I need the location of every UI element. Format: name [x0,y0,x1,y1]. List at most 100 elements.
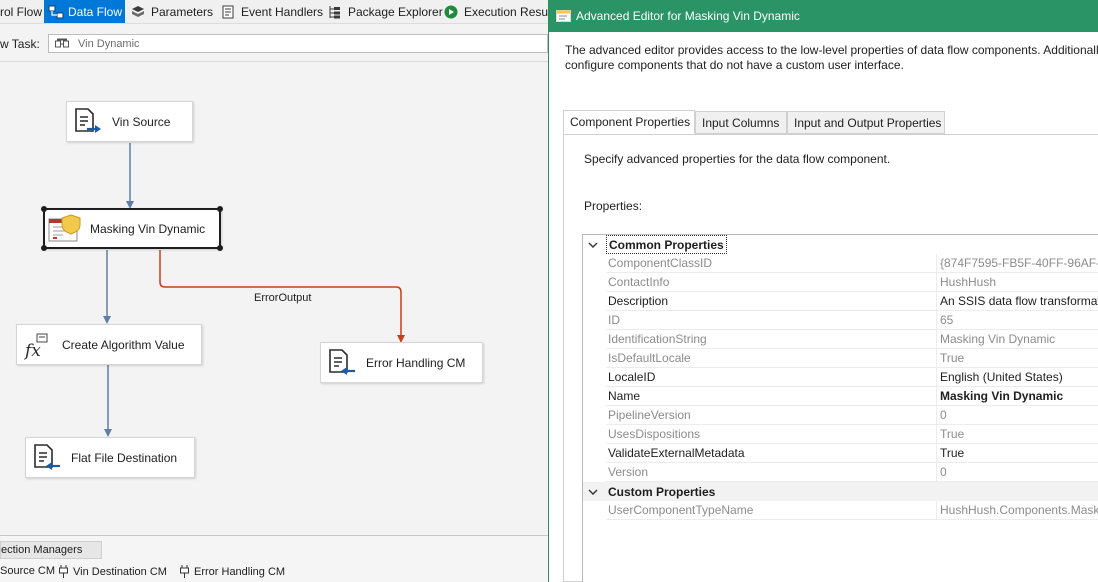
connection-manager-item[interactable]: Error Handling CM [180,565,285,578]
selection-handle[interactable] [41,206,47,212]
property-row[interactable]: Name Masking Vin Dynamic [583,387,1098,406]
property-grid[interactable]: Common Properties ComponentClassID {874F7… [582,234,1098,582]
connection-plug-icon [180,565,189,578]
property-row[interactable]: Description An SSIS data flow transformat… [583,292,1098,311]
data-flow-icon [48,5,64,19]
derived-column-fx-icon: fx [23,332,51,361]
property-name: IdentificationString [606,330,936,349]
destination-document-icon [32,443,60,471]
property-row[interactable]: ID 65 [583,311,1098,330]
node-masking-vin-dynamic[interactable]: Masking Vin Dynamic [41,206,223,251]
node-flat-file-destination[interactable]: Flat File Destination [25,437,195,478]
property-value: True [936,349,1098,368]
connection-managers-title: ection Managers [1,544,83,556]
properties-label: Properties: [584,199,643,213]
tab-input-columns[interactable]: Input Columns [695,111,787,134]
editor-window-icon [556,9,571,23]
property-name: ComponentClassID [606,254,936,273]
node-label: Flat File Destination [71,451,178,465]
connection-manager-label: Vin Destination CM [73,565,167,578]
dialog-title: Advanced Editor for Masking Vin Dynamic [576,9,800,23]
property-row[interactable]: UserComponentTypeName HushHush.Components… [583,501,1098,520]
event-handlers-icon [221,5,235,19]
tab-label: Event Handlers [241,4,324,19]
tab-data-flow[interactable]: Data Flow [44,0,125,23]
connection-manager-label: Error Handling CM [194,565,286,578]
property-name: Version [606,463,936,482]
connection-manager-item[interactable]: Source CM [0,565,55,577]
selection-handle[interactable] [41,245,47,251]
data-flow-task-value: Vin Dynamic [78,37,140,50]
arrow-head [104,429,112,437]
arrow-head [103,316,111,324]
data-flow-task-select[interactable]: Vin Dynamic [48,34,548,53]
property-row[interactable]: LocaleID English (United States) [583,368,1098,387]
property-row[interactable]: UsesDispositions True [583,425,1098,444]
property-row[interactable]: IsDefaultLocale True [583,349,1098,368]
connection-managers-header[interactable]: ection Managers [0,541,102,559]
tab-event-handlers[interactable]: Event Handlers [221,0,324,23]
designer-tab-bar: rol Flow Data Flow Parameters Event Hand… [0,0,548,24]
property-value: HushHush.Components.Maski [936,501,1098,520]
property-value: {874F7595-FB5F-40FF-96AF-FBF [936,254,1098,273]
tab-package-explorer[interactable]: Package Explorer [328,0,443,23]
tab-parameters[interactable]: Parameters [131,0,213,23]
selection-handle[interactable] [217,245,223,251]
property-row[interactable]: IdentificationString Masking Vin Dynamic [583,330,1098,349]
node-create-algorithm-value[interactable]: fx Create Algorithm Value [16,324,202,365]
data-flow-task-icon [55,38,69,50]
category-label: Common Properties [606,235,727,254]
connection-managers-panel: ection Managers Source CM Vin Destinatio… [0,535,548,582]
category-custom-properties[interactable]: Custom Properties [583,482,1098,501]
property-row[interactable]: PipelineVersion 0 [583,406,1098,425]
connection-manager-label: Source CM [0,565,56,577]
property-name: UserComponentTypeName [606,501,936,520]
tab-component-properties[interactable]: Component Properties [563,110,695,134]
node-label: Vin Source [112,115,171,129]
intro-line: configure components that do not have a … [565,58,904,72]
chevron-down-icon[interactable] [588,239,598,249]
package-designer: rol Flow Data Flow Parameters Event Hand… [0,0,548,582]
dialog-title-bar[interactable]: Advanced Editor for Masking Vin Dynamic [549,0,1098,32]
category-common-properties[interactable]: Common Properties [583,235,1098,254]
node-label: Create Algorithm Value [62,338,185,352]
package-explorer-icon [328,5,342,19]
data-flow-canvas[interactable]: ErrorOutput Vin Source Masking Vin Dynam… [0,61,548,535]
property-row[interactable]: ContactInfo HushHush [583,273,1098,292]
property-value[interactable]: True [936,444,1098,463]
property-value: 0 [936,406,1098,425]
masking-component-icon [47,213,83,245]
property-value: 65 [936,311,1098,330]
property-value: True [936,425,1098,444]
advanced-editor-dialog: Advanced Editor for Masking Vin Dynamic … [548,0,1098,582]
chevron-down-icon[interactable] [588,486,598,496]
tab-label: Component Properties [570,115,691,129]
tab-label: Parameters [151,4,214,19]
tab-label: Execution Result [464,4,548,19]
node-error-handling-cm[interactable]: Error Handling CM [320,342,483,383]
tab-label: Input and Output Properties [794,115,942,130]
property-row[interactable]: ValidateExternalMetadata True [583,444,1098,463]
property-name: Name [606,387,936,406]
tab-control-flow[interactable]: rol Flow [0,0,42,23]
error-output-label: ErrorOutput [254,292,312,304]
property-value: HushHush [936,273,1098,292]
tab-input-output-properties[interactable]: Input and Output Properties [787,111,945,134]
property-row[interactable]: ComponentClassID {874F7595-FB5F-40FF-96AF… [583,254,1098,273]
property-value[interactable]: English (United States) [936,368,1098,387]
property-value: 0 [936,463,1098,482]
property-name: Description [606,292,936,311]
tab-label: Input Columns [702,115,780,130]
node-vin-source[interactable]: Vin Source [66,101,193,142]
component-properties-panel: Specify advanced properties for the data… [563,134,1098,582]
connection-plug-icon [59,565,68,578]
property-value[interactable]: An SSIS data flow transformatio [936,292,1098,311]
destination-document-icon [327,348,355,376]
tab-execution-results[interactable]: Execution Result [444,0,548,23]
property-name: PipelineVersion [606,406,936,425]
property-name: ID [606,311,936,330]
property-row[interactable]: Version 0 [583,463,1098,482]
selection-handle[interactable] [217,206,223,212]
connection-manager-item[interactable]: Vin Destination CM [59,565,167,578]
property-value[interactable]: Masking Vin Dynamic [936,387,1098,406]
